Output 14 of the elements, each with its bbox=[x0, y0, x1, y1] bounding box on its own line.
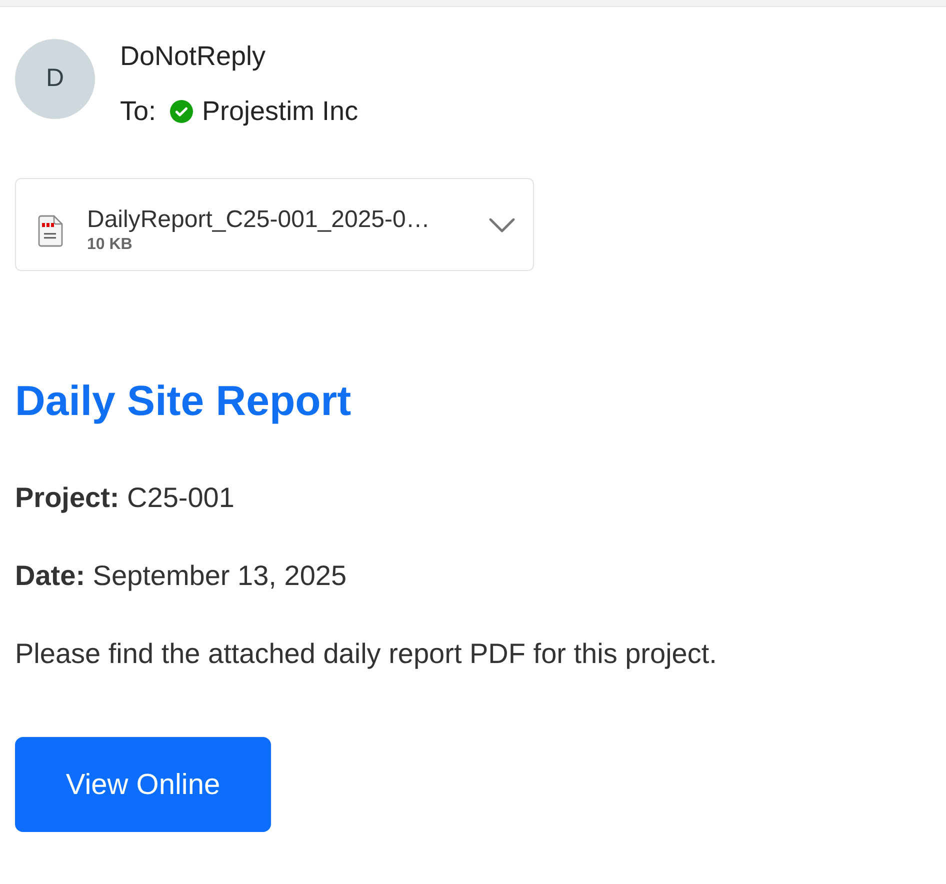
attachment-card[interactable]: DailyReport_C25-001_2025-0… 10 KB bbox=[15, 178, 534, 271]
chevron-down-icon bbox=[489, 218, 515, 233]
view-online-button[interactable]: View Online bbox=[15, 737, 271, 832]
to-label: To: bbox=[120, 95, 156, 128]
avatar: D bbox=[15, 39, 95, 119]
report-heading: Daily Site Report bbox=[15, 376, 352, 426]
date-line: Date: September 13, 2025 bbox=[15, 559, 348, 593]
project-line: Project: C25-001 bbox=[15, 481, 236, 515]
recipient-name: Projestim Inc bbox=[202, 95, 358, 128]
file-name: DailyReport_C25-001_2025-0… bbox=[87, 206, 430, 234]
sender-name: DoNotReply bbox=[120, 40, 267, 73]
message-text: Please find the attached daily report PDF for this project. bbox=[15, 637, 718, 671]
file-size: 10 KB bbox=[87, 235, 134, 255]
document-icon bbox=[38, 214, 63, 246]
